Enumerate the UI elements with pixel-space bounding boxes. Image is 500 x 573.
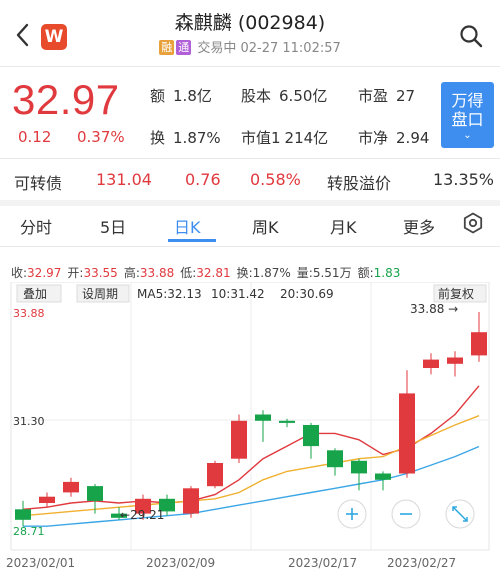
- search-icon[interactable]: [459, 24, 483, 48]
- min-annotation: ←29.21: [120, 508, 164, 522]
- x-tick-label-2: 2023/02/09: [146, 556, 215, 570]
- candle-body: [207, 463, 223, 487]
- cb-premium-label: 转股溢价: [327, 174, 392, 193]
- tab-intraday[interactable]: 分时: [20, 214, 52, 238]
- candle-body: [303, 425, 319, 447]
- ma10-legend: 10:31.42: [211, 287, 265, 301]
- quote-divider: [0, 158, 500, 159]
- active-tab-underline: [168, 239, 216, 242]
- candle-14: [327, 448, 343, 476]
- candle-body: [471, 332, 487, 356]
- y-tick-label-mid: 31.30: [13, 415, 45, 428]
- zoom-in-button[interactable]: [337, 499, 367, 529]
- candle-10: [231, 414, 247, 463]
- candle-body: [447, 357, 463, 364]
- candle-body: [327, 450, 343, 468]
- candle-20: [471, 312, 487, 362]
- price-change-pct: 0.37%: [77, 128, 125, 146]
- candle-3: [63, 477, 79, 497]
- candle-18: [423, 353, 439, 375]
- cb-price: 131.04: [96, 170, 152, 189]
- top-bar: W 森麒麟 (002984) 融通 交易中 02-27 11:02:57: [0, 0, 500, 66]
- wande-orderbook-button[interactable]: 万得 盘口 ⌄: [441, 82, 494, 148]
- overlay-button[interactable]: 叠加: [23, 287, 47, 301]
- wande-button-line2: 盘口: [451, 110, 484, 129]
- candle-body: [399, 393, 415, 474]
- candle-2: [39, 492, 55, 508]
- kline-chart-svg: 叠加 设周期 MA5:32.13 10:31.42 20:30.69 前复权 3…: [6, 281, 490, 570]
- gear-icon[interactable]: [462, 212, 484, 234]
- stat-pb: 市净 2.94: [358, 129, 430, 147]
- candle-9: [207, 460, 223, 489]
- candle-body: [255, 414, 271, 421]
- wande-button-line1: 万得: [451, 91, 484, 110]
- ma20-legend: 20:30.69: [280, 287, 334, 301]
- candle-17: [399, 370, 415, 478]
- cb-change-pct: 0.58%: [250, 170, 301, 189]
- x-tick-label-4: 2023/02/27: [387, 556, 456, 570]
- cb-label: 可转债: [14, 174, 63, 193]
- trade-status-line: 融通 交易中 02-27 11:02:57: [0, 37, 500, 56]
- ma5-legend: MA5:32.13: [137, 287, 202, 301]
- price-change: 0.12: [18, 128, 52, 146]
- section-gap: [0, 200, 500, 206]
- tabs-divider: [0, 246, 500, 247]
- kline-chart[interactable]: 叠加 设周期 MA5:32.13 10:31.42 20:30.69 前复权 3…: [0, 281, 500, 573]
- kline-stats: 收:32.97 开:33.55 高:33.88 低:32.81 换:1.87% 量:5.5…: [11, 264, 400, 281]
- margin-tag: 融: [159, 40, 175, 55]
- zoom-out-button[interactable]: [391, 499, 421, 529]
- stock-title: 森麒麟 (002984): [174, 12, 326, 34]
- candle-body: [423, 359, 439, 368]
- y-tick-label-bottom: 28.71: [13, 525, 45, 538]
- stat-market-cap: 市值1 214亿: [241, 129, 329, 147]
- header-divider: [0, 66, 500, 67]
- candle-13: [303, 422, 319, 459]
- stat-pe: 市盈 27: [358, 87, 416, 105]
- connect-tag: 通: [176, 40, 192, 55]
- candle-body: [279, 420, 295, 423]
- stat-turnover: 换 1.87%: [150, 129, 221, 147]
- cb-change: 0.76: [185, 170, 221, 189]
- candle-body: [375, 473, 391, 480]
- stat-low: 低:32.81: [180, 266, 231, 280]
- candle-19: [447, 351, 463, 377]
- candle-body: [183, 488, 199, 514]
- adjust-button[interactable]: 前复权: [438, 286, 474, 301]
- candle-1: [15, 500, 31, 527]
- candle-8: [183, 486, 199, 518]
- stat-high: 高:33.88: [123, 266, 175, 280]
- cb-premium-value: 13.35%: [433, 170, 495, 189]
- tab-daily-k[interactable]: 日K: [174, 214, 201, 238]
- candle-body: [63, 481, 79, 493]
- stat-close: 收:32.97: [11, 266, 62, 280]
- x-tick-label-3: 2023/02/17: [288, 556, 357, 570]
- stat-amount-k: 额:1.83: [357, 266, 401, 280]
- stat-amount: 额 1.8亿: [150, 87, 212, 105]
- candle-body: [87, 486, 103, 501]
- x-tick-label-1: 2023/02/01: [6, 556, 75, 570]
- max-annotation: 33.88 →: [410, 302, 458, 316]
- tab-weekly-k[interactable]: 周K: [252, 214, 279, 238]
- candle-body: [15, 509, 31, 520]
- candle-body: [39, 496, 55, 503]
- chevron-down-icon: ⌄: [463, 130, 472, 141]
- last-price: 32.97: [12, 76, 120, 123]
- stat-open: 开:33.55: [67, 266, 118, 280]
- stat-volume: 量:5.51万: [296, 266, 352, 280]
- y-tick-label-top: 33.88: [13, 307, 45, 320]
- period-button[interactable]: 设周期: [82, 287, 118, 301]
- candle-body: [351, 460, 367, 474]
- tab-monthly-k[interactable]: 月K: [330, 214, 357, 238]
- tab-more[interactable]: 更多: [403, 214, 435, 238]
- stat-share-capital: 股本 6.50亿: [241, 87, 328, 105]
- candle-11: [255, 410, 271, 442]
- candle-body: [231, 420, 247, 459]
- stat-turnover-rate: 换:1.87%: [236, 266, 291, 280]
- fullscreen-icon[interactable]: [445, 499, 475, 529]
- tab-5day[interactable]: 5日: [100, 214, 126, 238]
- trade-status: 交易中 02-27 11:02:57: [197, 41, 341, 56]
